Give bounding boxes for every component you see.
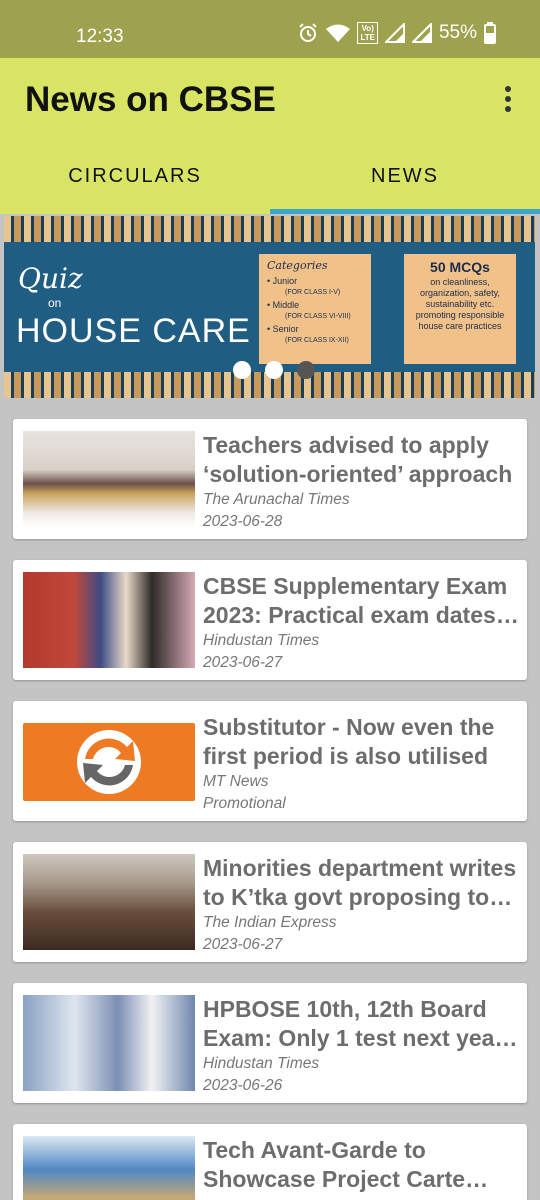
news-source: MT News — [203, 773, 269, 790]
banner-mcq-box: 50 MCQs on cleanliness, organization, sa… — [404, 254, 516, 364]
app-bar: News on CBSE — [0, 58, 540, 138]
news-source: Hindustan Times — [203, 632, 320, 649]
news-headline: Teachers advised to apply ‘solution-orie… — [203, 432, 513, 487]
battery-percent: 55% — [438, 22, 477, 43]
news-headline: Tech Avant-Garde to Showcase Project Car… — [203, 1137, 466, 1192]
news-card[interactable]: Teachers advised to apply ‘solution-orie… — [13, 419, 527, 539]
news-headline: HPBOSE 10th, 12th Board Exam: Only 1 tes… — [203, 996, 509, 1051]
news-source: Hindustan Times — [203, 1055, 320, 1072]
banner-quiz: Quiz — [18, 262, 83, 295]
news-date: 2023-06-28 — [203, 513, 283, 530]
category-junior-range: (FOR CLASS I-V) — [285, 289, 341, 296]
tab-news[interactable]: NEWS — [270, 138, 540, 214]
news-card[interactable]: Tech Avant-Garde to Showcase Project Car… — [13, 1124, 527, 1200]
carousel-dot-active[interactable] — [297, 361, 315, 379]
news-source: The Arunachal Times — [203, 491, 350, 508]
news-thumbnail — [23, 572, 195, 668]
category-senior: • Senior — [267, 324, 299, 334]
mcq-heading: 50 MCQs — [430, 259, 490, 275]
news-card[interactable]: CBSE Supplementary Exam 2023: Practical … — [13, 560, 527, 680]
wifi-icon — [326, 24, 351, 42]
category-middle: • Middle — [267, 300, 300, 310]
news-headline: Minorities department writes to K’tka go… — [203, 855, 517, 910]
news-date: 2023-06-26 — [203, 1077, 283, 1094]
alarm-icon — [299, 23, 318, 42]
news-card[interactable]: Minorities department writes to K’tka go… — [13, 842, 527, 962]
volte-icon: Vo) LTE — [357, 22, 378, 44]
news-date: 2023-06-27 — [203, 936, 283, 953]
tab-bar: CIRCULARS NEWS — [0, 138, 540, 214]
promo-card[interactable]: Substitutor - Now even the first period … — [13, 701, 527, 821]
category-middle-range: (FOR CLASS VI-VIII) — [285, 313, 351, 320]
banner-on: on — [48, 296, 62, 310]
banner-carousel[interactable]: Quiz on HOUSE CARE Categories • Junior (… — [4, 216, 535, 398]
news-headline: Substitutor - Now even the first period … — [203, 714, 495, 769]
more-vert-icon[interactable] — [504, 86, 512, 112]
volte-bottom: LTE — [360, 33, 375, 42]
carousel-dot[interactable] — [233, 361, 251, 379]
refresh-arrows-icon — [77, 730, 141, 794]
status-time: 12:33 — [76, 26, 124, 47]
news-date: 2023-06-27 — [203, 654, 283, 671]
banner-house-care: HOUSE CARE — [16, 312, 251, 350]
volte-top: Vo) — [361, 24, 374, 33]
news-source: The Indian Express — [203, 914, 337, 931]
carousel-dot[interactable] — [265, 361, 283, 379]
app-title: News on CBSE — [25, 80, 276, 119]
signal-icon — [411, 23, 432, 43]
news-headline: CBSE Supplementary Exam 2023: Practical … — [203, 573, 508, 628]
banner-pattern-top — [4, 216, 535, 242]
tab-circulars[interactable]: CIRCULARS — [0, 138, 270, 214]
news-thumbnail — [23, 431, 195, 527]
battery-icon — [484, 22, 496, 44]
categories-heading: Categories — [267, 259, 328, 272]
promotional-label: Promotional — [203, 795, 286, 812]
signal-icon — [384, 23, 405, 43]
category-senior-range: (FOR CLASS IX-XII) — [285, 337, 349, 344]
category-junior: • Junior — [267, 276, 298, 286]
carousel-indicator — [233, 361, 315, 379]
banner-categories-box: Categories • Junior (FOR CLASS I-V) • Mi… — [259, 254, 371, 364]
news-thumbnail — [23, 995, 195, 1091]
substitutor-logo — [23, 723, 195, 801]
status-icons: Vo) LTE 55% — [297, 22, 496, 44]
news-card[interactable]: HPBOSE 10th, 12th Board Exam: Only 1 tes… — [13, 983, 527, 1103]
news-thumbnail — [23, 854, 195, 950]
mcq-text: on cleanliness, organization, safety, su… — [415, 277, 505, 331]
status-bar: 12:33 Vo) LTE 55% — [0, 0, 540, 58]
news-thumbnail — [23, 713, 195, 809]
news-thumbnail — [23, 1136, 195, 1200]
